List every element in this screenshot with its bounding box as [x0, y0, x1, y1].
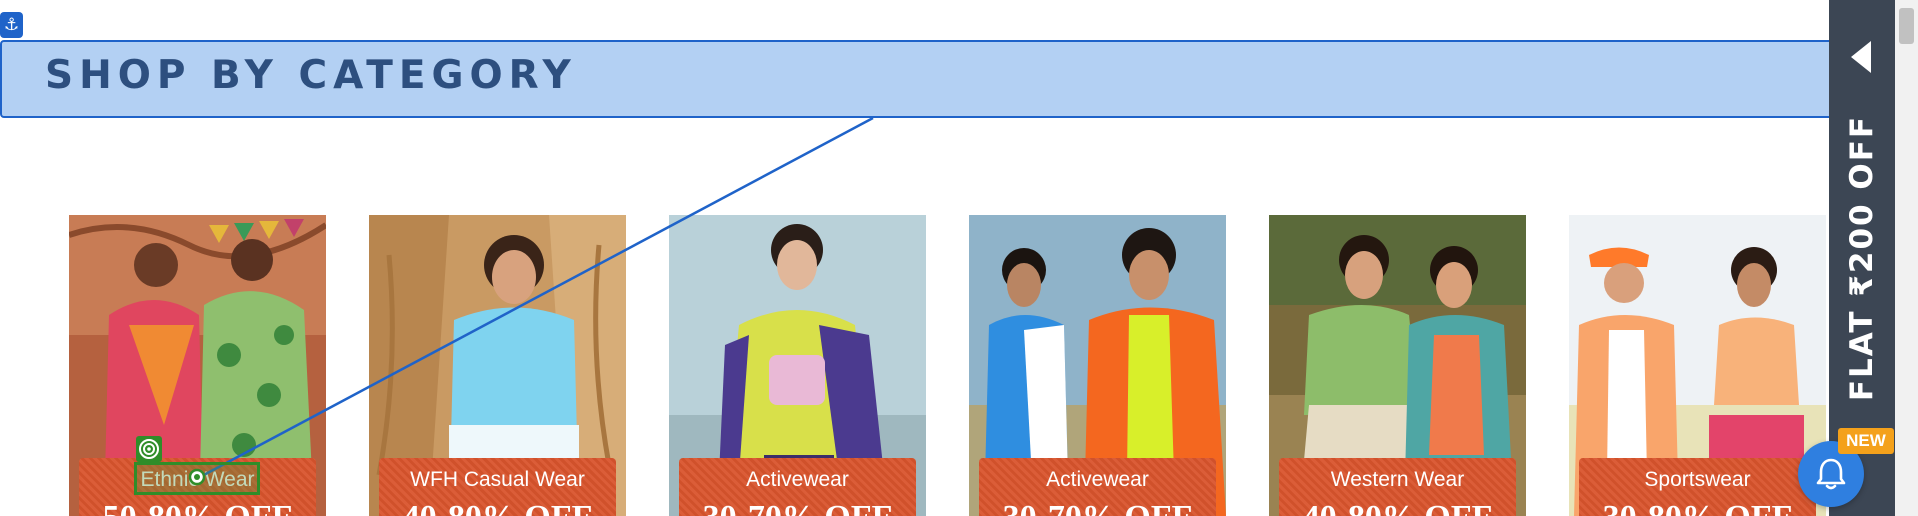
click-point-icon — [188, 468, 206, 486]
category-label: Western Wear 40-80% OFF — [1279, 458, 1516, 516]
new-badge: NEW — [1838, 428, 1894, 454]
anchor-icon[interactable]: ⚓ — [0, 12, 23, 38]
category-offer: 50-80% OFF — [79, 498, 316, 516]
category-label: Activewear 30-70% OFF — [979, 458, 1216, 516]
category-label: WFH Casual Wear 40-80% OFF — [379, 458, 616, 516]
category-offer: 40-80% OFF — [379, 498, 616, 516]
category-name: Activewear — [746, 468, 849, 491]
target-icon — [136, 436, 162, 462]
category-tile-western-wear[interactable]: Western Wear 40-80% OFF — [1269, 215, 1526, 516]
category-tile-sportswear[interactable]: Sportswear 30-80% OFF — [1569, 215, 1826, 516]
category-label: Sportswear 30-80% OFF — [1579, 458, 1816, 516]
scrollbar-thumb[interactable] — [1899, 8, 1914, 44]
category-offer: 30-80% OFF — [1579, 498, 1816, 516]
category-label: Activewear 30-70% OFF — [679, 458, 916, 516]
triangle-left-icon[interactable] — [1850, 40, 1872, 74]
category-offer: 30-70% OFF — [679, 498, 916, 516]
category-tile-wfh-casual-wear[interactable]: WFH Casual Wear 40-80% OFF — [369, 215, 626, 516]
category-name: Sportswear — [1644, 468, 1751, 491]
side-offer-text: FLAT ₹200 OFF — [1844, 114, 1880, 402]
section-title: SHOP BY CATEGORY — [45, 53, 577, 98]
bell-icon — [1816, 458, 1846, 490]
category-tile-activewear[interactable]: Activewear 30-70% OFF — [669, 215, 926, 516]
category-name: WFH Casual Wear — [410, 468, 585, 491]
category-name: Western Wear — [1330, 468, 1465, 491]
category-offer: 30-70% OFF — [979, 498, 1216, 516]
scrollbar[interactable] — [1895, 0, 1918, 516]
category-tiles: Ethnic Wear 50-80% OFF WFH Casual Wear 4… — [0, 215, 1830, 516]
category-tile-activewear[interactable]: Activewear 30-70% OFF — [969, 215, 1226, 516]
category-offer: 40-80% OFF — [1279, 498, 1516, 516]
category-name: Activewear — [1046, 468, 1149, 491]
